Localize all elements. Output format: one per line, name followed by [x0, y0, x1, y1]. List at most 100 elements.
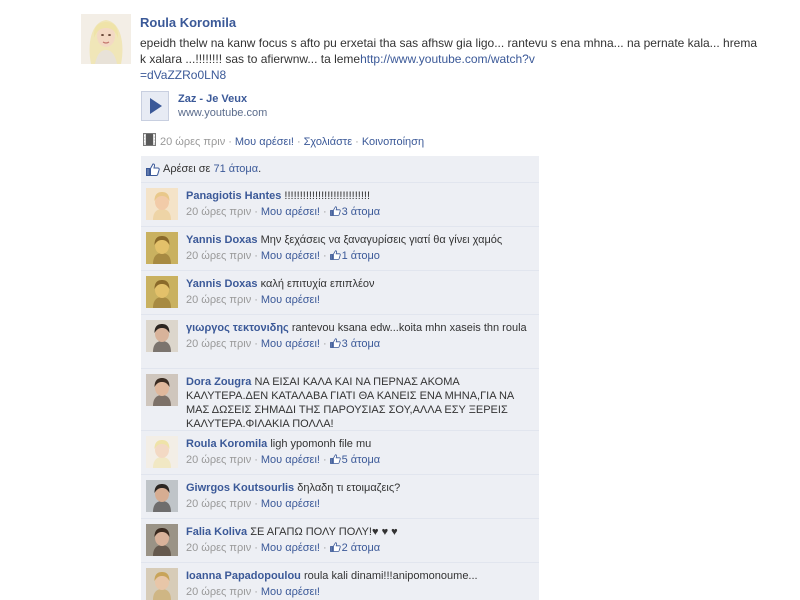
thumbs-up-icon [329, 250, 341, 264]
comment-likes-count: 3 άτομα [341, 206, 381, 218]
comment-likes-link[interactable]: 2 άτομα [329, 542, 381, 556]
commenter-name[interactable]: Yannis Doxas [186, 234, 258, 246]
commenter-name[interactable]: Yannis Doxas [186, 278, 258, 290]
comment-like-link[interactable]: Μου αρέσει! [261, 542, 320, 554]
likes-prefix: Αρέσει σε [163, 163, 214, 175]
commenter-avatar[interactable] [146, 320, 178, 352]
commenter-avatar[interactable] [146, 436, 178, 468]
thumbs-up-icon [329, 338, 341, 352]
comment-meta: 20 ώρες πριν · Μου αρέσει! · 2 άτομα [186, 541, 533, 556]
post-timestamp[interactable]: 20 ώρες πριν [160, 136, 225, 148]
post-meta: 20 ώρες πριν · Μου αρέσει! · Σχολιάστε · Κοινο… [143, 133, 424, 149]
comment-likes-count: 2 άτομα [341, 542, 381, 554]
video-attachment: Zaz - Je Veux www.youtube.com [141, 91, 541, 121]
comment-like-link[interactable]: Μου αρέσει! [261, 294, 320, 306]
meta-separator: · [296, 135, 301, 148]
comment-item: Giwrgos Koutsourlis δηλαδη τι ετοιμαζεις… [141, 475, 539, 519]
commenter-name[interactable]: Dora Zougra [186, 376, 251, 388]
meta-separator: · [254, 498, 258, 510]
comment-meta: 20 ώρες πριν · Μου αρέσει! · 3 άτομα [186, 205, 533, 220]
comment-text: ligh ypomonh file mu [270, 438, 372, 450]
comment-body: Panagiotis Hantes !!!!!!!!!!!!!!!!!!!!!!… [186, 189, 533, 220]
comment-like-link[interactable]: Μου αρέσει! [261, 250, 320, 262]
meta-separator: · [322, 338, 327, 350]
meta-separator: · [322, 250, 327, 262]
likes-summary: Αρέσει σε 71 άτομα. [141, 156, 539, 183]
meta-separator: · [322, 454, 327, 466]
commenter-avatar[interactable] [146, 480, 178, 512]
comment-body: Roula Koromila ligh ypomonh file mu 20 ώ… [186, 437, 533, 468]
comment-timestamp[interactable]: 20 ώρες πριν [186, 542, 251, 554]
comment-likes-count: 3 άτομα [341, 338, 381, 350]
comment-text: ΣΕ ΑΓΑΠΩ ΠΟΛΥ ΠΟΛΥ!♥ ♥ ♥ [250, 526, 398, 538]
commenter-name[interactable]: Roula Koromila [186, 438, 267, 450]
comment-like-link[interactable]: Μου αρέσει! [261, 454, 320, 466]
comment-timestamp[interactable]: 20 ώρες πριν [186, 294, 251, 306]
comment-likes-count: 1 άτομο [341, 250, 380, 262]
comment-body: Giwrgos Koutsourlis δηλαδη τι ετοιμαζεις… [186, 481, 533, 511]
comment-likes-link[interactable]: 5 άτομα [329, 454, 380, 468]
video-play-icon[interactable] [141, 91, 169, 121]
video-title-link[interactable]: Zaz - Je Veux [178, 93, 247, 105]
comment-item: Dora Zougra ΝΑ ΕΙΣΑΙ ΚΑΛΑ ΚΑΙ ΝΑ ΠΕΡΝΑΣ … [141, 369, 539, 446]
meta-separator: · [254, 206, 258, 218]
meta-separator: · [254, 294, 258, 306]
comment-body: Falia Koliva ΣΕ ΑΓΑΠΩ ΠΟΛΥ ΠΟΛΥ!♥ ♥ ♥ 20… [186, 525, 533, 556]
comment-like-link[interactable]: Μου αρέσει! [261, 586, 320, 598]
meta-separator: · [254, 338, 258, 350]
comment-item: Yannis Doxas καλή επιτυχία επιπλέον 20 ώ… [141, 271, 539, 315]
comment-timestamp[interactable]: 20 ώρες πριν [186, 250, 251, 262]
comment-body: Yannis Doxas Μην ξεχάσεις να ξαναγυρίσει… [186, 233, 533, 264]
post-comment-link[interactable]: Σχολιάστε [304, 136, 353, 148]
commenter-avatar[interactable] [146, 276, 178, 308]
comment-like-link[interactable]: Μου αρέσει! [261, 338, 320, 350]
post-url-part-2: =dVaZZRo0LN8 [140, 68, 227, 82]
meta-separator: · [355, 135, 359, 148]
thumbs-up-icon [146, 163, 160, 179]
commenter-name[interactable]: Giwrgos Koutsourlis [186, 482, 294, 494]
meta-separator: · [254, 454, 258, 466]
video-domain: www.youtube.com [178, 107, 268, 119]
commenter-avatar[interactable] [146, 568, 178, 600]
post-like-link[interactable]: Μου αρέσει! [235, 136, 294, 148]
comment-meta: 20 ώρες πριν · Μου αρέσει! · 3 άτομα [186, 337, 533, 352]
comment-timestamp[interactable]: 20 ώρες πριν [186, 454, 251, 466]
commenter-name[interactable]: Ioanna Papadopoulou [186, 570, 301, 582]
comment-timestamp[interactable]: 20 ώρες πριν [186, 498, 251, 510]
commenter-avatar[interactable] [146, 524, 178, 556]
comment-list: Panagiotis Hantes !!!!!!!!!!!!!!!!!!!!!!… [141, 183, 539, 600]
comment-item: Ioanna Papadopoulou roula kali dinami!!!… [141, 563, 539, 600]
comment-timestamp[interactable]: 20 ώρες πριν [186, 338, 251, 350]
comment-timestamp[interactable]: 20 ώρες πριν [186, 206, 251, 218]
author-avatar[interactable] [81, 14, 131, 64]
comment-like-link[interactable]: Μου αρέσει! [261, 206, 320, 218]
meta-separator: · [254, 250, 258, 262]
post-message: epeidh thelw na kanw focus s afto pu erx… [140, 35, 765, 83]
comment-text: καλή επιτυχία επιπλέον [260, 278, 375, 290]
comment-meta: 20 ώρες πριν·Μου αρέσει! [186, 585, 533, 599]
feedback-box: Αρέσει σε 71 άτομα. Panagiotis Hantes !!… [141, 156, 539, 600]
commenter-name[interactable]: γιωργος τεκτονιδης [186, 322, 289, 334]
comment-likes-link[interactable]: 1 άτομο [329, 250, 380, 264]
commenter-name[interactable]: Falia Koliva [186, 526, 247, 538]
comment-likes-link[interactable]: 3 άτομα [329, 338, 381, 352]
likes-count-link[interactable]: 71 άτομα [213, 163, 258, 175]
comment-meta: 20 ώρες πριν · Μου αρέσει! · 5 άτομα [186, 453, 533, 468]
commenter-avatar[interactable] [146, 188, 178, 220]
comment-text: δηλαδη τι ετοιμαζεις? [297, 482, 401, 494]
thumbs-up-icon [329, 542, 341, 556]
post-share-link[interactable]: Κοινοποίηση [362, 136, 424, 148]
commenter-name[interactable]: Panagiotis Hantes [186, 190, 281, 202]
comment-likes-link[interactable]: 3 άτομα [329, 206, 381, 218]
meta-separator: · [322, 542, 327, 554]
likes-text: Αρέσει σε 71 άτομα. [163, 163, 261, 175]
thumbs-up-icon [329, 454, 341, 468]
likes-suffix: . [258, 163, 262, 175]
comment-timestamp[interactable]: 20 ώρες πριν [186, 586, 251, 598]
comment-like-link[interactable]: Μου αρέσει! [261, 498, 320, 510]
commenter-avatar[interactable] [146, 232, 178, 264]
post-author-name[interactable]: Roula Koromila [140, 15, 765, 31]
commenter-avatar[interactable] [146, 374, 178, 406]
comment-item: Roula Koromila ligh ypomonh file mu 20 ώ… [141, 431, 539, 475]
meta-separator: · [254, 542, 258, 554]
